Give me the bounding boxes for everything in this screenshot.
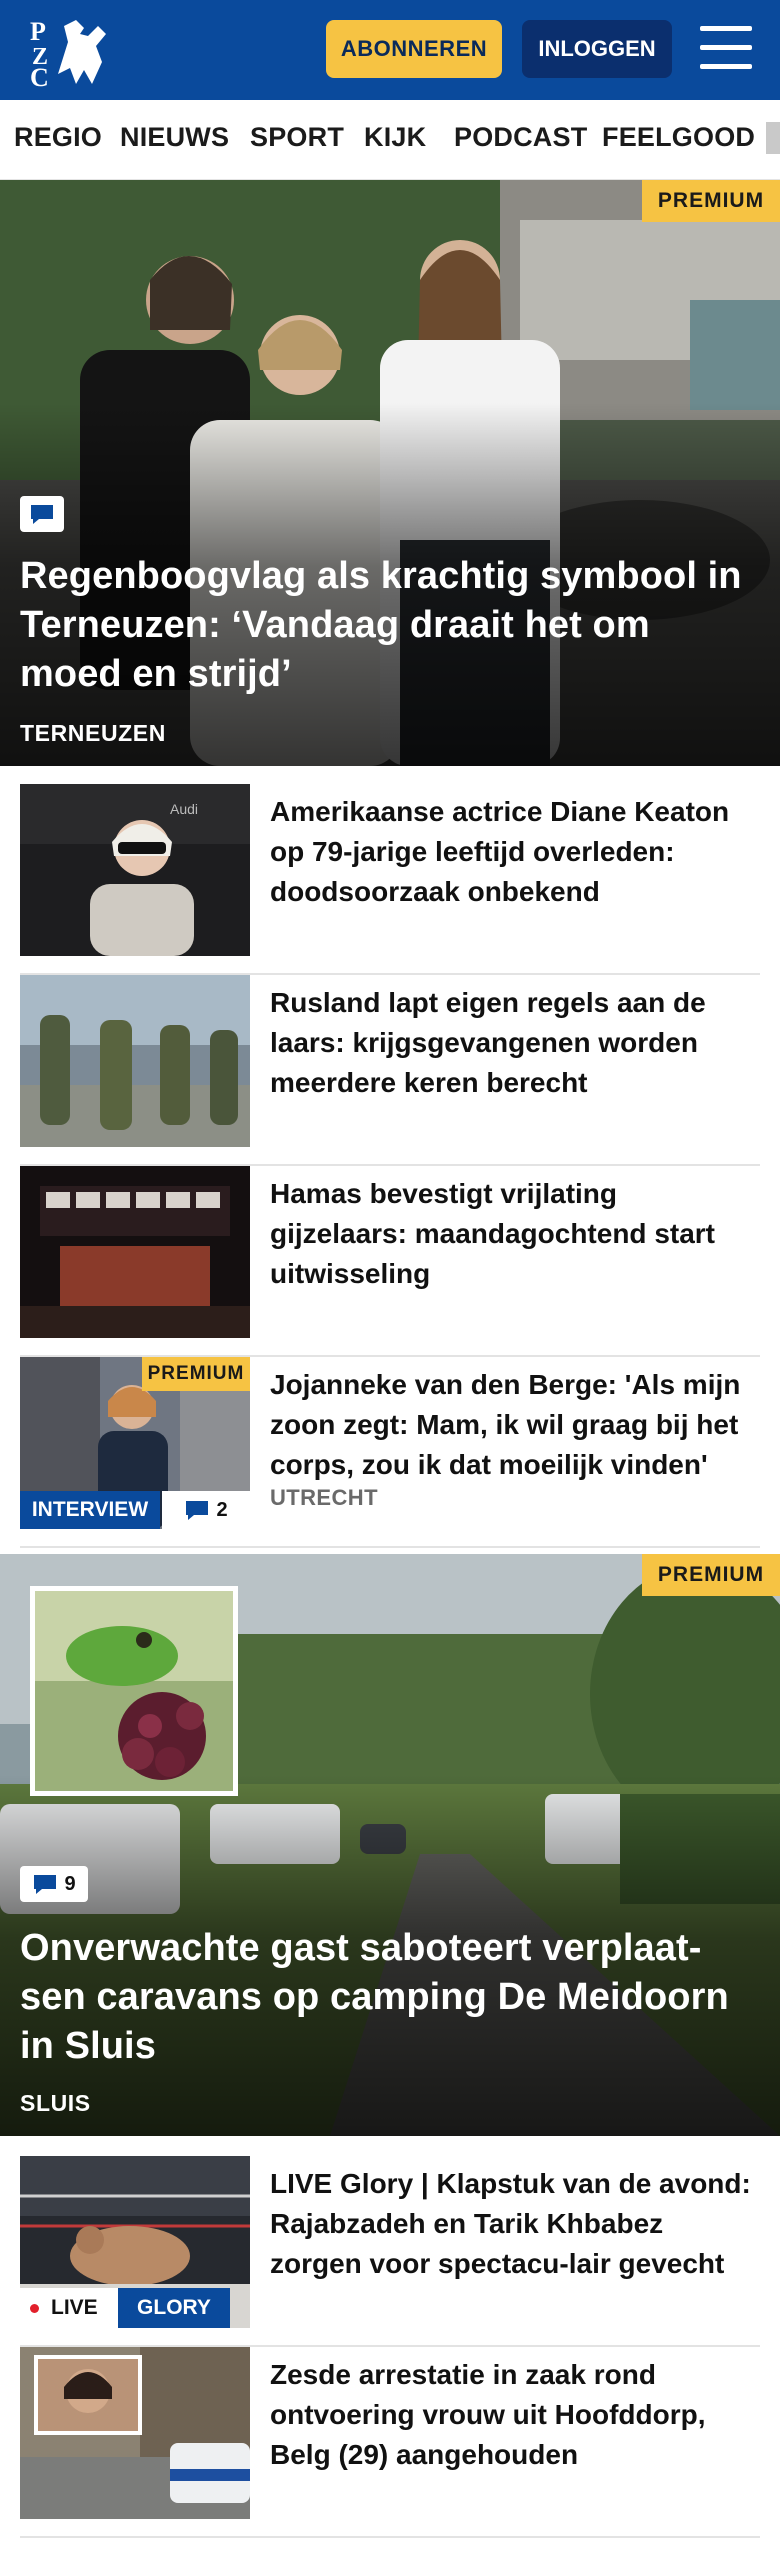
live-indicator: LIVE [20,2288,118,2328]
comment-count[interactable]: 9 [20,1866,88,1902]
comment-icon [34,1875,57,1894]
list-item[interactable]: Zesde arrestatie in zaak rond ontvoering… [20,2347,760,2538]
article-title[interactable]: Jojanneke van den Berge: 'Als mijn zoon … [270,1365,760,1485]
hero-title[interactable]: Regenboogvlag als krachtig symbool in Te… [20,552,752,699]
comment-icon [186,1501,209,1520]
comment-count-value: 2 [216,1498,228,1521]
article-title[interactable]: Zesde arrestatie in zaak rond ontvoering… [270,2355,760,2475]
svg-text:C: C [30,63,49,88]
nav-item-nieuws[interactable]: NIEUWS [120,122,229,153]
premium-badge: PREMIUM [142,1357,250,1391]
hero-location: SLUIS [20,2090,91,2116]
nav-item-feelgood[interactable]: FEELGOOD [602,122,755,153]
hamburger-icon[interactable] [700,26,752,70]
comment-count-value: 9 [64,1872,76,1895]
nav-item-kijk[interactable]: KIJK [364,122,426,153]
nav-item-sport[interactable]: SPORT [250,122,344,153]
pzc-logo[interactable]: P Z C [28,14,110,88]
comment-count[interactable]: 2 [162,1491,250,1529]
hero-article-sluis[interactable]: PREMIUM 9 Onverwachte gast saboteert ver… [0,1554,780,2136]
article-location: UTRECHT [270,1485,378,1510]
hero-location: TERNEUZEN [20,720,166,746]
article-title[interactable]: Hamas bevestigt vrijlating gijzelaars: m… [270,1174,760,1294]
article-thumbnail [20,2347,250,2519]
article-thumbnail [20,1166,250,1338]
list-item[interactable]: Hamas bevestigt vrijlating gijzelaars: m… [20,1166,760,1357]
hero-title[interactable]: Onverwachte gast saboteert verplaat-sen … [20,1924,752,2071]
login-button[interactable]: INLOGGEN [522,20,672,78]
nav-overflow-hint [766,122,780,154]
premium-badge: PREMIUM [642,180,780,222]
glory-tag: GLORY [118,2288,230,2328]
list-item[interactable]: Rusland lapt eigen regels aan de laars: … [20,975,760,1166]
list-item[interactable]: Audi Amerikaanse actrice Diane Keaton op… [20,784,760,975]
article-title[interactable]: LIVE Glory | Klapstuk van de avond: Raja… [270,2164,760,2284]
list-item[interactable]: PREMIUM INTERVIEW 2 Jojanneke van den Be… [20,1357,760,1548]
site-header: P Z C ABONNEREN INLOGGEN [0,0,780,100]
article-thumbnail: Audi [20,784,250,956]
article-thumbnail [20,975,250,1147]
svg-text:P: P [30,17,46,46]
hero-article-terneuzen[interactable]: PREMIUM Regenboogvlag als krachtig symbo… [0,180,780,766]
premium-badge: PREMIUM [642,1554,780,1596]
svg-text:Audi: Audi [170,801,198,817]
subscribe-button[interactable]: ABONNEREN [326,20,502,78]
frog-inset-image [30,1586,238,1796]
interview-tag: INTERVIEW [20,1491,160,1529]
list-item[interactable]: LIVE GLORY LIVE Glory | Klapstuk van de … [20,2156,760,2347]
nav-item-podcast[interactable]: PODCAST [454,122,587,153]
live-dot-icon [30,2303,39,2313]
comment-icon[interactable] [20,496,64,532]
article-title[interactable]: Rusland lapt eigen regels aan de laars: … [270,983,760,1103]
section-nav: REGIO NIEUWS SPORT KIJK PODCAST FEELGOOD [0,100,780,180]
live-label: LIVE [51,2296,98,2319]
nav-item-regio[interactable]: REGIO [14,122,102,153]
article-title[interactable]: Amerikaanse actrice Diane Keaton op 79-j… [270,792,760,912]
